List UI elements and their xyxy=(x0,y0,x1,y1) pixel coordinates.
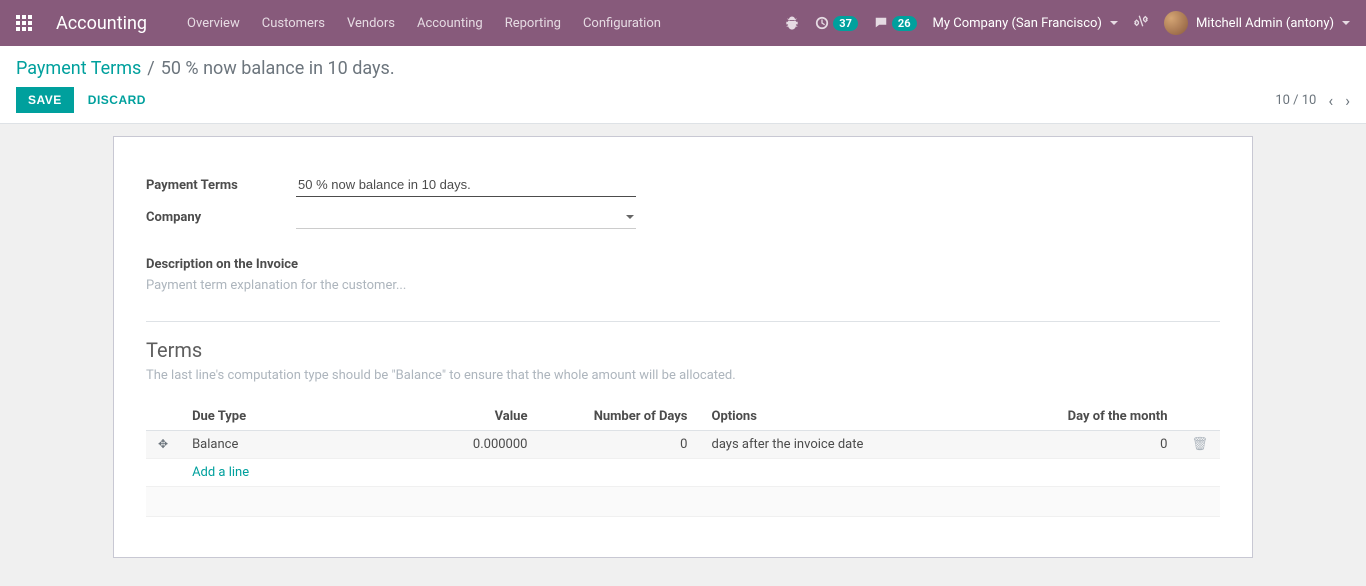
payment-terms-label: Payment Terms xyxy=(146,178,296,193)
col-num-days[interactable]: Number of Days xyxy=(539,403,699,431)
chevron-down-icon xyxy=(1342,21,1350,25)
pager-next-icon[interactable]: › xyxy=(1345,91,1350,110)
col-due-type[interactable]: Due Type xyxy=(180,403,379,431)
user-name: Mitchell Admin (antony) xyxy=(1196,16,1334,31)
activities-icon[interactable]: 37 xyxy=(815,16,858,31)
cell-day-of-month[interactable]: 0 xyxy=(999,431,1179,459)
pager: 10 / 10 ‹ › xyxy=(1275,91,1350,110)
company-name: My Company (San Francisco) xyxy=(933,16,1102,31)
description-input[interactable]: Payment term explanation for the custome… xyxy=(146,276,1220,305)
payment-terms-row: Payment Terms xyxy=(146,173,1220,197)
nav-overview[interactable]: Overview xyxy=(187,16,240,31)
messages-icon[interactable]: 26 xyxy=(874,16,917,31)
nav-accounting[interactable]: Accounting xyxy=(417,16,483,31)
nav-vendors[interactable]: Vendors xyxy=(347,16,395,31)
messages-badge: 26 xyxy=(892,16,917,31)
control-bar: Payment Terms / 50 % now balance in 10 d… xyxy=(0,46,1366,124)
table-row[interactable]: ✥ Balance 0.000000 0 days after the invo… xyxy=(146,431,1220,459)
cell-options[interactable]: days after the invoice date xyxy=(699,431,999,459)
cell-value[interactable]: 0.000000 xyxy=(379,431,539,459)
content-wrap: Payment Terms Company Description on the… xyxy=(0,124,1366,582)
breadcrumb-parent[interactable]: Payment Terms xyxy=(16,58,141,79)
col-day-of-month[interactable]: Day of the month xyxy=(999,403,1179,431)
user-menu[interactable]: Mitchell Admin (antony) xyxy=(1164,11,1350,35)
breadcrumb-current: 50 % now balance in 10 days. xyxy=(161,58,395,79)
chevron-down-icon xyxy=(626,215,634,219)
company-switcher[interactable]: My Company (San Francisco) xyxy=(933,16,1118,31)
terms-title: Terms xyxy=(146,338,1220,362)
nav-configuration[interactable]: Configuration xyxy=(583,16,661,31)
pager-prev-icon[interactable]: ‹ xyxy=(1328,91,1333,110)
activities-badge: 37 xyxy=(833,16,858,31)
breadcrumb-separator: / xyxy=(147,58,154,79)
app-title[interactable]: Accounting xyxy=(56,13,147,34)
terms-table: Due Type Value Number of Days Options Da… xyxy=(146,403,1220,517)
developer-tools-icon[interactable] xyxy=(1134,14,1148,32)
apps-icon[interactable] xyxy=(16,15,32,31)
navbar: Accounting Overview Customers Vendors Ac… xyxy=(0,0,1366,46)
terms-hint: The last line's computation type should … xyxy=(146,368,1220,383)
cell-due-type[interactable]: Balance xyxy=(180,431,379,459)
table-footer xyxy=(146,487,1220,517)
col-options[interactable]: Options xyxy=(699,403,999,431)
nav-reporting[interactable]: Reporting xyxy=(505,16,561,31)
company-row: Company xyxy=(146,205,1220,229)
action-row: SAVE DISCARD 10 / 10 ‹ › xyxy=(16,87,1350,123)
company-select[interactable] xyxy=(296,205,636,229)
pager-text[interactable]: 10 / 10 xyxy=(1275,93,1316,108)
drag-handle-icon[interactable]: ✥ xyxy=(158,437,168,451)
add-line-button[interactable]: Add a line xyxy=(192,465,249,480)
add-line-row: Add a line xyxy=(146,459,1220,487)
company-label: Company xyxy=(146,210,296,225)
debug-icon[interactable] xyxy=(785,16,799,30)
nav-menu: Overview Customers Vendors Accounting Re… xyxy=(187,16,661,31)
col-value[interactable]: Value xyxy=(379,403,539,431)
save-button[interactable]: SAVE xyxy=(16,87,74,113)
delete-row-icon[interactable]: 🗑 xyxy=(1191,437,1208,452)
breadcrumb: Payment Terms / 50 % now balance in 10 d… xyxy=(16,58,1350,79)
description-heading: Description on the Invoice xyxy=(146,257,1220,272)
nav-customers[interactable]: Customers xyxy=(262,16,325,31)
form-sheet: Payment Terms Company Description on the… xyxy=(113,136,1253,558)
chevron-down-icon xyxy=(1110,21,1118,25)
avatar xyxy=(1164,11,1188,35)
discard-button[interactable]: DISCARD xyxy=(88,93,146,107)
payment-terms-input[interactable] xyxy=(296,173,636,197)
cell-num-days[interactable]: 0 xyxy=(539,431,699,459)
nav-right: 37 26 My Company (San Francisco) Mitchel… xyxy=(785,11,1350,35)
divider xyxy=(146,321,1220,322)
